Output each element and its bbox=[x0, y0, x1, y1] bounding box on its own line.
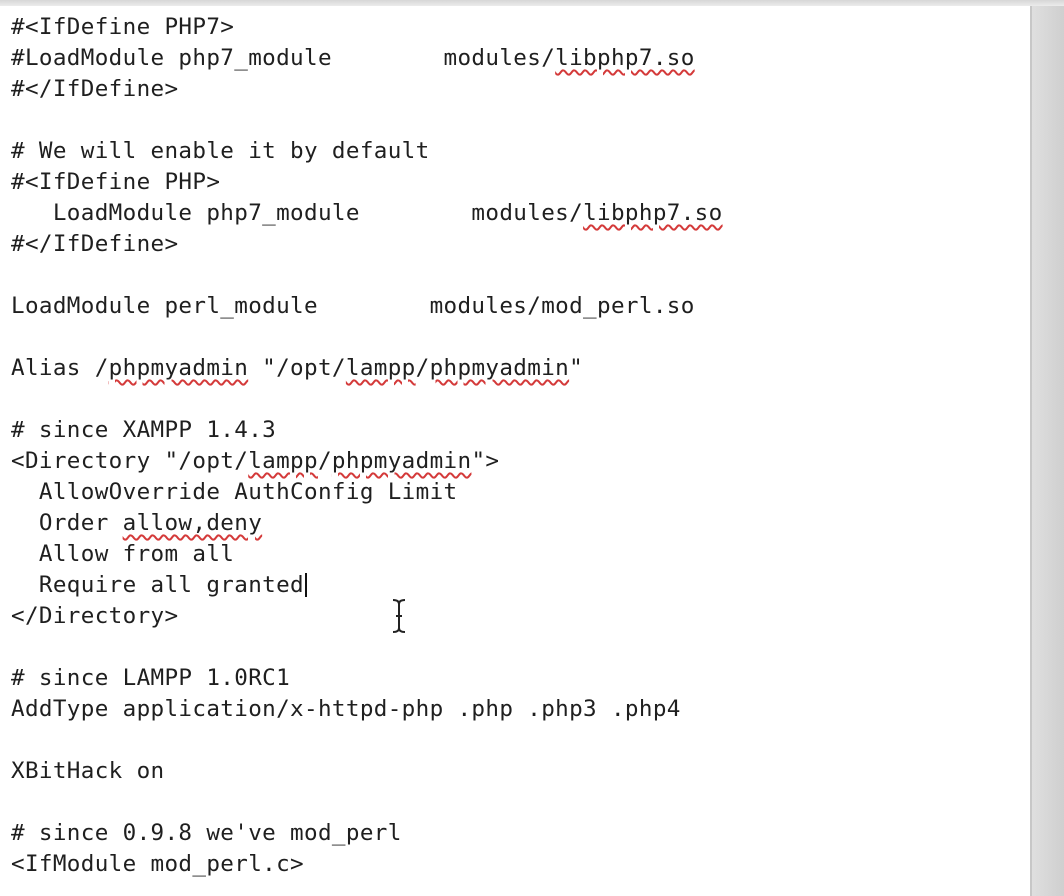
code-text: AllowOverride AuthConfig Limit bbox=[11, 479, 458, 505]
misspelled-word: libphp7.so bbox=[583, 200, 723, 226]
code-text: LoadModule php7_module modules/ bbox=[11, 200, 584, 226]
code-line[interactable] bbox=[11, 105, 723, 136]
code-line[interactable]: <Directory "/opt/lampp/phpmyadmin"> bbox=[11, 446, 723, 477]
side-panel-edge bbox=[1030, 0, 1064, 896]
code-text: Order bbox=[11, 510, 123, 536]
code-text: <Directory "/opt/ bbox=[11, 448, 249, 474]
code-text: #LoadModule php7_module modules/ bbox=[11, 45, 556, 71]
code-line[interactable]: LoadModule perl_module modules/mod_perl.… bbox=[11, 291, 723, 322]
code-line[interactable]: AllowOverride AuthConfig Limit bbox=[11, 477, 723, 508]
code-line[interactable]: #</IfDefine> bbox=[11, 229, 723, 260]
code-text: " bbox=[569, 355, 584, 381]
code-line[interactable]: AddType application/x-httpd-php .php .ph… bbox=[11, 694, 723, 725]
code-line[interactable]: Alias /phpmyadmin "/opt/lampp/phpmyadmin… bbox=[11, 353, 723, 384]
code-text: #</IfDefine> bbox=[11, 76, 179, 102]
code-line[interactable] bbox=[11, 260, 723, 291]
code-text: AddType application/x-httpd-php .php .ph… bbox=[11, 696, 681, 722]
text-editor[interactable]: #</IfDefine> #<IfDefine PHP7> #LoadModule … bbox=[0, 0, 1030, 896]
misspelled-word: lampp bbox=[345, 355, 416, 381]
misspelled-word: phpmyadmin bbox=[108, 355, 249, 381]
code-text: # since LAMPP 1.0RC1 bbox=[11, 665, 291, 691]
misspelled-word: phpmyadmin bbox=[429, 355, 570, 381]
code-text: # since 0.9.8 we've mod_perl bbox=[11, 820, 402, 846]
code-line[interactable]: Require all granted bbox=[11, 570, 723, 601]
code-text: LoadModule perl_module modules/mod_perl.… bbox=[11, 293, 695, 319]
code-line[interactable]: # since 0.9.8 we've mod_perl bbox=[11, 818, 723, 849]
code-line[interactable] bbox=[11, 322, 723, 353]
code-line[interactable] bbox=[11, 725, 723, 756]
code-text: #<IfDefine PHP7> bbox=[11, 14, 235, 40]
code-text: # We will enable it by default bbox=[11, 138, 430, 164]
code-line[interactable]: XBitHack on bbox=[11, 756, 723, 787]
code-line[interactable]: #LoadModule php7_module modules/libphp7.… bbox=[11, 43, 723, 74]
code-line[interactable] bbox=[11, 632, 723, 663]
misspelled-word: lampp bbox=[248, 448, 318, 474]
code-text: <IfModule mod_perl.c> bbox=[11, 851, 305, 877]
code-text: #<IfDefine PHP> bbox=[11, 169, 221, 195]
code-line[interactable] bbox=[11, 384, 723, 415]
code-line[interactable]: # since LAMPP 1.0RC1 bbox=[11, 663, 723, 694]
code-text: # since XAMPP 1.4.3 bbox=[11, 417, 277, 443]
code-line[interactable]: #</IfDefine> bbox=[11, 74, 723, 105]
misspelled-word: allow,deny bbox=[122, 510, 263, 536]
i-beam-cursor-icon bbox=[392, 599, 406, 633]
code-text: Alias / bbox=[11, 355, 109, 381]
code-line[interactable]: #<IfDefine PHP7> bbox=[11, 12, 723, 43]
misspelled-word: libphp7.so bbox=[555, 45, 695, 71]
code-text: </Directory> bbox=[11, 603, 179, 629]
code-lines[interactable]: #</IfDefine> #<IfDefine PHP7> #LoadModule … bbox=[11, 0, 723, 880]
code-line[interactable]: </Directory> bbox=[11, 601, 723, 632]
code-text: Allow from all bbox=[11, 541, 235, 567]
code-text: "> bbox=[471, 448, 500, 474]
code-line[interactable]: <IfModule mod_perl.c> bbox=[11, 849, 723, 880]
code-line[interactable]: #<IfDefine PHP> bbox=[11, 167, 723, 198]
code-text: / bbox=[415, 355, 430, 381]
code-line[interactable]: Order allow,deny bbox=[11, 508, 723, 539]
code-text: / bbox=[317, 448, 332, 474]
misspelled-word: phpmyadmin bbox=[331, 448, 472, 474]
code-text: #</IfDefine> bbox=[11, 231, 179, 257]
text-caret bbox=[305, 573, 307, 597]
code-text: Require all granted bbox=[11, 572, 305, 598]
code-text: "/opt/ bbox=[248, 355, 346, 381]
code-line[interactable]: # We will enable it by default bbox=[11, 136, 723, 167]
window-top-edge bbox=[0, 0, 1064, 6]
code-line[interactable]: LoadModule php7_module modules/libphp7.s… bbox=[11, 198, 723, 229]
code-line[interactable] bbox=[11, 787, 723, 818]
code-line[interactable]: # since XAMPP 1.4.3 bbox=[11, 415, 723, 446]
code-line[interactable]: Allow from all bbox=[11, 539, 723, 570]
code-text: XBitHack on bbox=[11, 758, 165, 784]
